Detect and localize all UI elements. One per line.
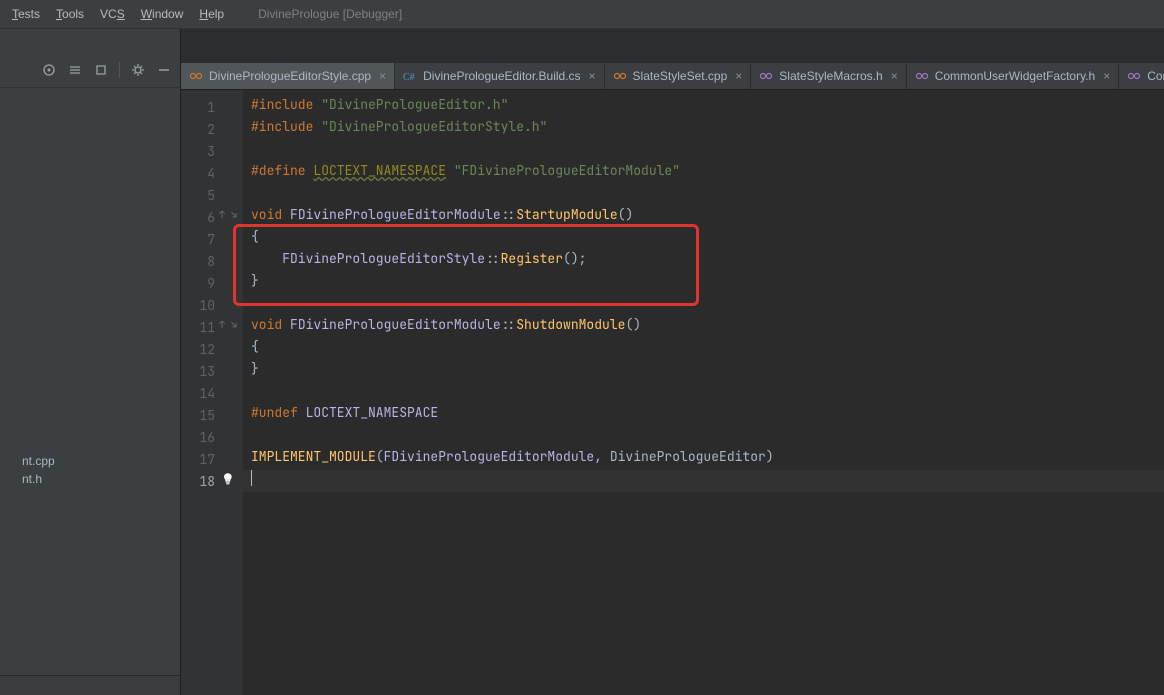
editor-tab[interactable]: SlateStyleSet.cpp × <box>605 63 752 89</box>
line-number[interactable]: 3 <box>181 140 243 162</box>
code-line[interactable]: } <box>243 360 1164 382</box>
line-number[interactable]: 9 <box>181 272 243 294</box>
code-line[interactable] <box>243 382 1164 404</box>
line-number[interactable]: 11↘↑ <box>181 316 243 338</box>
line-number[interactable]: 18💡 <box>181 470 243 492</box>
menu-window[interactable]: Window <box>135 5 190 23</box>
close-icon[interactable]: × <box>735 69 742 83</box>
line-number[interactable]: 1 <box>181 96 243 118</box>
editor-tab[interactable]: Commo× <box>1119 63 1164 89</box>
up-gutter-icon[interactable]: ↑ <box>219 208 225 221</box>
tab-label: DivinePrologueEditorStyle.cpp <box>209 69 371 83</box>
menu-vcs[interactable]: VCS <box>94 5 131 23</box>
code-line[interactable] <box>243 470 1164 492</box>
code-line[interactable] <box>243 184 1164 206</box>
line-number[interactable]: 17 <box>181 448 243 470</box>
code-line[interactable]: } <box>243 272 1164 294</box>
project-sidebar: nt.cppnt.h <box>0 29 181 695</box>
line-number[interactable]: 10 <box>181 294 243 316</box>
line-number[interactable]: 7 <box>181 228 243 250</box>
cpp-file-icon <box>613 69 627 83</box>
code-area[interactable]: #include "DivinePrologueEditor.h"#includ… <box>243 90 1164 695</box>
header-file-icon <box>759 69 773 83</box>
up-gutter-icon[interactable]: ↑ <box>219 318 225 331</box>
csharp-file-icon: C# <box>403 69 417 83</box>
divider <box>119 62 120 78</box>
code-line[interactable]: #include "DivinePrologueEditor.h" <box>243 96 1164 118</box>
local-changes-stripe[interactable] <box>0 675 180 695</box>
menubar: TestsToolsVCSWindowHelp DivinePrologue [D… <box>0 0 1164 29</box>
window-title: DivinePrologue [Debugger] <box>258 7 402 21</box>
close-icon[interactable]: × <box>891 69 898 83</box>
expand-icon[interactable] <box>67 62 83 78</box>
code-line[interactable] <box>243 294 1164 316</box>
tab-label: DivinePrologueEditor.Build.cs <box>423 69 580 83</box>
bulb-icon[interactable]: 💡 <box>221 473 235 487</box>
line-number[interactable]: 14 <box>181 382 243 404</box>
tree-node[interactable]: nt.h <box>2 470 178 488</box>
code-line[interactable] <box>243 426 1164 448</box>
code-line[interactable]: void FDivinePrologueEditorModule::Shutdo… <box>243 316 1164 338</box>
editor-tab[interactable]: CommonUserWidgetFactory.h × <box>907 63 1120 89</box>
editor-tab[interactable]: DivinePrologueEditorStyle.cpp × <box>181 63 395 89</box>
line-number[interactable]: 16 <box>181 426 243 448</box>
editor-tabs: DivinePrologueEditorStyle.cpp × C# DivinePr… <box>181 63 1164 90</box>
close-icon[interactable]: × <box>589 69 596 83</box>
code-line[interactable]: #undef LOCTEXT_NAMESPACE <box>243 404 1164 426</box>
code-line[interactable]: FDivinePrologueEditorStyle::Register(); <box>243 250 1164 272</box>
line-number[interactable]: 5 <box>181 184 243 206</box>
tree-node[interactable]: nt.cpp <box>2 452 178 470</box>
caret <box>251 470 252 486</box>
cpp-file-icon <box>189 69 203 83</box>
menu-help[interactable]: Help <box>193 5 230 23</box>
line-number[interactable]: 6↘↑ <box>181 206 243 228</box>
editor-tab[interactable]: SlateStyleMacros.h × <box>751 63 906 89</box>
header-file-icon <box>915 69 929 83</box>
gear-icon[interactable] <box>130 62 146 78</box>
project-tree[interactable]: nt.cppnt.h <box>0 88 180 675</box>
editor-pane: DivinePrologueEditorStyle.cpp × C# DivinePr… <box>181 29 1164 695</box>
code-line[interactable]: { <box>243 338 1164 360</box>
code-line[interactable]: void FDivinePrologueEditorModule::Startu… <box>243 206 1164 228</box>
code-line[interactable]: #define LOCTEXT_NAMESPACE "FDivineProlog… <box>243 162 1164 184</box>
close-icon[interactable]: × <box>379 69 386 83</box>
line-number[interactable]: 4 <box>181 162 243 184</box>
code-line[interactable]: { <box>243 228 1164 250</box>
header-file-icon <box>1127 69 1141 83</box>
menu-tests[interactable]: Tests <box>6 5 46 23</box>
code-line[interactable] <box>243 140 1164 162</box>
hide-icon[interactable] <box>156 62 172 78</box>
code-line[interactable]: #include "DivinePrologueEditorStyle.h" <box>243 118 1164 140</box>
gutter: 123456↘↑7891011↘↑12131415161718💡 <box>181 90 243 695</box>
override-gutter-icon[interactable]: ↘ <box>231 318 237 331</box>
tab-label: SlateStyleSet.cpp <box>633 69 728 83</box>
target-icon[interactable] <box>41 62 57 78</box>
line-number[interactable]: 2 <box>181 118 243 140</box>
editor-tab[interactable]: C# DivinePrologueEditor.Build.cs × <box>395 63 604 89</box>
code-editor[interactable]: 123456↘↑7891011↘↑12131415161718💡 #includ… <box>181 90 1164 695</box>
main-row: nt.cppnt.h DivinePrologueEditorStyle.cpp… <box>0 29 1164 695</box>
menu-tools[interactable]: Tools <box>50 5 90 23</box>
line-number[interactable]: 8 <box>181 250 243 272</box>
tab-label: CommonUserWidgetFactory.h <box>935 69 1096 83</box>
override-gutter-icon[interactable]: ↘ <box>231 208 237 221</box>
svg-text:C#: C# <box>403 72 415 83</box>
tab-label: Commo <box>1147 69 1164 83</box>
code-line[interactable]: IMPLEMENT_MODULE(FDivinePrologueEditorMo… <box>243 448 1164 470</box>
line-number[interactable]: 15 <box>181 404 243 426</box>
line-number[interactable]: 12 <box>181 338 243 360</box>
line-number[interactable]: 13 <box>181 360 243 382</box>
sidebar-toolbar <box>0 53 180 88</box>
collapse-icon[interactable] <box>93 62 109 78</box>
tab-label: SlateStyleMacros.h <box>779 69 882 83</box>
close-icon[interactable]: × <box>1103 69 1110 83</box>
